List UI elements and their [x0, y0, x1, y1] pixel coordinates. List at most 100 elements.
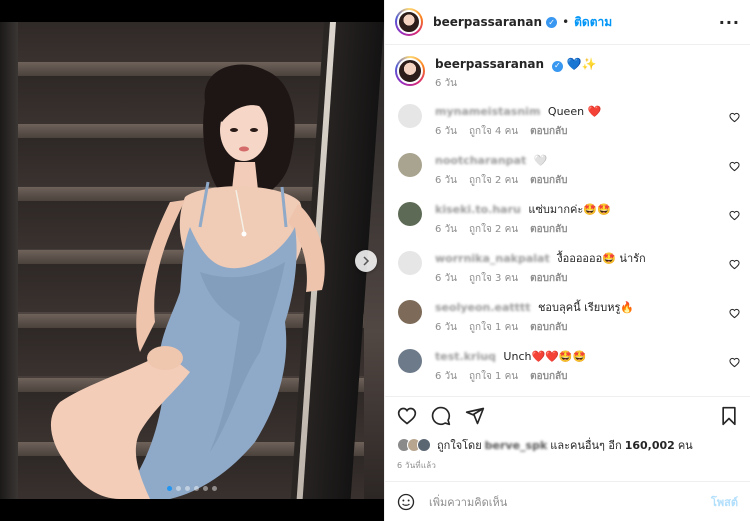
author-username[interactable]: beerpassaranan	[433, 15, 542, 29]
post-detail-panel: beerpassaranan ✓ • ติดตาม ··· beerpassar…	[384, 0, 750, 521]
comment-likes[interactable]: ถูกใจ 3 คน	[469, 271, 518, 287]
comment-text: 🤍	[533, 154, 548, 167]
caption-time: 6 วัน	[435, 78, 457, 89]
comment-text: Queen ❤️	[547, 105, 602, 118]
comment-likes[interactable]: ถูกใจ 1 คน	[469, 320, 518, 336]
commenter-avatar[interactable]	[398, 349, 422, 373]
comment-likes[interactable]: ถูกใจ 1 คน	[469, 369, 518, 385]
post-time-ago[interactable]: 6 วันที่แล้ว	[397, 459, 436, 472]
comment-item: mynameistasnim Queen ❤️ 6 วัน ถูกใจ 4 คน…	[395, 104, 740, 153]
caption-author-avatar[interactable]	[395, 56, 425, 86]
comment-input[interactable]: เพิ่มความคิดเห็น	[429, 493, 711, 511]
comment-time[interactable]: 6 วัน	[435, 124, 457, 140]
heart-icon	[729, 112, 740, 123]
add-comment-bar: เพิ่มความคิดเห็น โพสต์	[385, 481, 750, 521]
like-button[interactable]	[397, 406, 417, 426]
comment-like-button[interactable]	[729, 112, 740, 123]
follow-button[interactable]: ติดตาม	[574, 13, 612, 32]
likes-count: 160,002	[624, 438, 675, 452]
commenter-username[interactable]: test.kriuq	[435, 350, 496, 363]
heart-icon	[729, 259, 740, 270]
person-illustration	[50, 64, 325, 499]
comment-time[interactable]: 6 วัน	[435, 320, 457, 336]
post-caption: beerpassaranan ✓ 💙✨ 6 วัน	[395, 56, 740, 92]
comment-like-button[interactable]	[729, 161, 740, 172]
comment-item: test.kriuq Unch❤️❤️🤩🤩 6 วัน ถูกใจ 1 คน ต…	[395, 349, 740, 394]
carousel-dot	[185, 486, 190, 491]
heart-icon	[729, 357, 740, 368]
reply-button[interactable]: ตอบกลับ	[530, 173, 567, 189]
more-icon[interactable]: ···	[719, 13, 740, 32]
commenter-username[interactable]: nootcharanpat	[435, 154, 526, 167]
next-slide-button[interactable]	[355, 250, 377, 272]
commenter-avatar[interactable]	[398, 104, 422, 128]
carousel-indicator	[0, 486, 384, 491]
reply-button[interactable]: ตอบกลับ	[530, 222, 567, 238]
likes-suffix: คน	[677, 439, 693, 452]
chevron-right-icon	[363, 256, 370, 266]
likes-prefix: ถูกใจโดย	[437, 439, 482, 452]
reply-button[interactable]: ตอบกลับ	[530, 369, 567, 385]
carousel-dot	[194, 486, 199, 491]
commenter-avatar[interactable]	[398, 202, 422, 226]
caption-author-username[interactable]: beerpassaranan	[435, 57, 544, 71]
comment-text: แซ่บมากค่ะ🤩🤩	[528, 203, 611, 216]
comment-like-button[interactable]	[729, 357, 740, 368]
likes-user[interactable]: berve_spk	[485, 439, 548, 452]
comment-item: worrnika_nakpalat งื้ออออออ🤩 น่ารัก 6 วั…	[395, 251, 740, 300]
comment-item: kiseki.to.haru แซ่บมากค่ะ🤩🤩 6 วัน ถูกใจ …	[395, 202, 740, 251]
comment-time[interactable]: 6 วัน	[435, 173, 457, 189]
commenter-username[interactable]: worrnika_nakpalat	[435, 252, 550, 265]
heart-icon	[729, 210, 740, 221]
comment-likes[interactable]: ถูกใจ 2 คน	[469, 173, 518, 189]
likes-middle: และคนอื่นๆ อีก	[550, 439, 622, 452]
verified-badge-icon: ✓	[551, 60, 563, 72]
reply-button[interactable]: ตอบกลับ	[530, 124, 567, 140]
likes-summary[interactable]: ถูกใจโดย berve_spk และคนอื่นๆ อีก 160,00…	[397, 436, 738, 454]
action-bar	[385, 396, 750, 434]
post-header: beerpassaranan ✓ • ติดตาม ···	[385, 0, 750, 45]
carousel-dot	[212, 486, 217, 491]
comment-text: Unch❤️❤️🤩🤩	[503, 350, 587, 363]
share-icon	[465, 407, 485, 424]
save-button[interactable]	[720, 406, 738, 426]
commenter-username[interactable]: mynameistasnim	[435, 105, 540, 118]
commenter-avatar[interactable]	[398, 153, 422, 177]
comments-list[interactable]: beerpassaranan ✓ 💙✨ 6 วัน mynameistasnim…	[385, 46, 750, 394]
comment-like-button[interactable]	[729, 308, 740, 319]
comment-text: งื้ออออออ🤩 น่ารัก	[557, 252, 646, 265]
comment-likes[interactable]: ถูกใจ 4 คน	[469, 124, 518, 140]
comment-time[interactable]: 6 วัน	[435, 222, 457, 238]
author-avatar[interactable]	[395, 8, 423, 36]
post-photo[interactable]	[0, 22, 384, 499]
carousel-dot	[176, 486, 181, 491]
comment-text: ชอบลุคนี้ เรียบหรู🔥	[537, 301, 635, 314]
reply-button[interactable]: ตอบกลับ	[530, 320, 567, 336]
header-separator: •	[562, 15, 570, 29]
commenter-avatar[interactable]	[398, 251, 422, 275]
caption-text: 💙✨	[566, 57, 597, 71]
comment-item: nootcharanpat 🤍 6 วัน ถูกใจ 2 คน ตอบกลับ	[395, 153, 740, 202]
share-button[interactable]	[465, 406, 485, 426]
bookmark-icon	[722, 406, 736, 425]
comment-like-button[interactable]	[729, 210, 740, 221]
commenter-username[interactable]: seolyeon.eatttt	[435, 301, 530, 314]
comment-likes[interactable]: ถูกใจ 2 คน	[469, 222, 518, 238]
verified-badge-icon: ✓	[546, 16, 558, 28]
comment-button[interactable]	[431, 406, 451, 426]
commenter-avatar[interactable]	[398, 300, 422, 324]
heart-icon	[729, 161, 740, 172]
comment-item: seolyeon.eatttt ชอบลุคนี้ เรียบหรู🔥 6 วั…	[395, 300, 740, 349]
commenter-username[interactable]: kiseki.to.haru	[435, 203, 521, 216]
carousel-dot	[167, 486, 172, 491]
carousel-dot	[203, 486, 208, 491]
comment-time[interactable]: 6 วัน	[435, 271, 457, 287]
emoji-button[interactable]	[397, 493, 415, 511]
reply-button[interactable]: ตอบกลับ	[530, 271, 567, 287]
emoji-icon	[397, 493, 415, 510]
heart-icon	[397, 407, 417, 425]
comment-time[interactable]: 6 วัน	[435, 369, 457, 385]
comment-like-button[interactable]	[729, 259, 740, 270]
post-comment-button[interactable]: โพสต์	[711, 493, 738, 511]
heart-icon	[729, 308, 740, 319]
